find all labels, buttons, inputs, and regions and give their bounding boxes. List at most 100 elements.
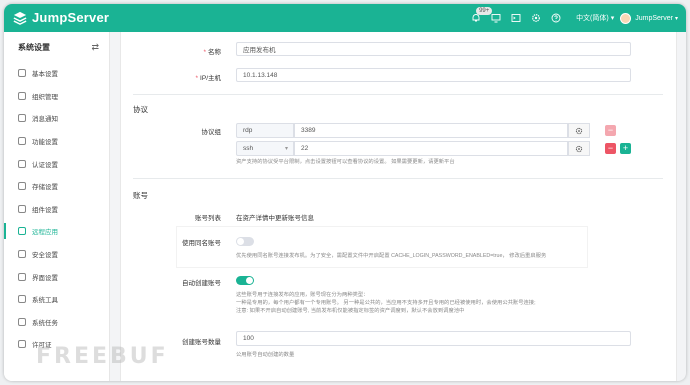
sidebar-item-label: 功能设置 [32, 139, 58, 147]
auto-create-account-help-1: 这些账号用于连接发布的应用，账号现在分为两种类型： [236, 292, 369, 298]
menu-item-icon [18, 137, 26, 146]
terminal-button[interactable] [506, 4, 526, 32]
sidebar-item-label: 消息通知 [32, 116, 58, 124]
desktop-button[interactable] [486, 4, 506, 32]
sidebar-item[interactable]: 远程应用 [4, 220, 109, 243]
account-section-title: 账号 [133, 191, 148, 200]
sidebar-item[interactable]: 系统任务 [4, 311, 109, 334]
sidebar-item[interactable]: 基本设置 [4, 62, 109, 85]
desktop-icon [491, 14, 501, 23]
same-name-account-help: 优先使用同名账号连接发布机。为了安全，需配置文件中开启配置 CACHE_LOGI… [236, 253, 547, 259]
protocol-select-ssh[interactable]: ssh ▾ [236, 141, 294, 156]
menu-item-icon [18, 250, 26, 259]
remove-protocol-button[interactable]: − [605, 143, 616, 154]
language-label: 中文(简体) [576, 15, 609, 22]
collapse-toggle-icon[interactable]: ⇄ [91, 42, 99, 53]
auto-create-count-help: 公用账号自动创建的数量 [236, 352, 295, 358]
jumpserver-logo-icon [13, 11, 27, 25]
account-list-value: 在资产详情中更新账号信息 [236, 215, 314, 222]
chevron-down-icon: ▾ [674, 15, 678, 22]
remove-protocol-button[interactable]: − [605, 125, 616, 136]
question-icon [551, 13, 561, 23]
notifications-button[interactable]: 99+ [466, 4, 493, 32]
sidebar-menu: 基本设置组织管理消息通知功能设置认证设置存储设置组件设置远程应用安全设置界面设置… [4, 62, 109, 356]
terminal-icon [511, 14, 521, 22]
auto-create-account-help-2: 一种是专用的，每个用户都有一个专用账号。 另一种是公共的，当应用不支持多开且专用… [236, 300, 536, 306]
help-button[interactable] [546, 4, 566, 32]
sidebar-item-label: 界面设置 [32, 274, 58, 282]
sidebar-item[interactable]: 功能设置 [4, 130, 109, 153]
port-input-rdp[interactable]: 3389 [294, 123, 568, 138]
protocol-settings-button[interactable] [568, 123, 590, 138]
auto-create-account-switch[interactable] [236, 276, 254, 285]
gear-icon [575, 145, 583, 152]
add-protocol-button[interactable]: + [620, 143, 631, 154]
sidebar-item-label: 认证设置 [32, 161, 58, 169]
sidebar-item-label: 系统工具 [32, 297, 58, 305]
same-name-account-switch[interactable] [236, 237, 254, 246]
sidebar-item[interactable]: 消息通知 [4, 107, 109, 130]
ip-input[interactable]: 10.1.13.148 [236, 68, 631, 82]
section-divider [133, 178, 663, 179]
same-name-account-label: 使用同名账号 [182, 240, 221, 247]
menu-item-icon [18, 227, 26, 236]
menu-item-icon [18, 272, 26, 281]
sidebar-header: 系统设置 ⇄ [4, 32, 109, 62]
sidebar-item[interactable]: 界面设置 [4, 265, 109, 288]
name-input[interactable]: 应用发布机 [236, 42, 631, 56]
protocol-section-title: 协议 [133, 105, 148, 114]
account-list-label: 账号列表 [195, 215, 221, 222]
sidebar-item[interactable]: 认证设置 [4, 152, 109, 175]
sidebar-item[interactable]: 系统工具 [4, 288, 109, 311]
protocol-help-text: 资产支持的协议受平台限制，点击设置按钮可以查看协议的设置。 如果需要更新，请更新… [236, 159, 455, 165]
protocol-settings-button[interactable] [568, 141, 590, 156]
menu-item-icon [18, 317, 26, 326]
sidebar-item-label: 安全设置 [32, 252, 58, 260]
sidebar-item[interactable]: 存储设置 [4, 175, 109, 198]
menu-item-icon [18, 114, 26, 123]
topbar-actions: 99+ 中文(简体) ▾ JumpServer ▾ [466, 4, 678, 32]
protocol-group-label: 协议组 [201, 129, 222, 136]
main-content: * 名称 应用发布机 * IP/主机 10.1.13.148 协议 协议组 rdp … [120, 32, 677, 381]
sidebar-item-label: 基本设置 [32, 71, 58, 79]
protocol-select-rdp[interactable]: rdp [236, 123, 294, 138]
sidebar-item[interactable]: 组织管理 [4, 85, 109, 108]
menu-item-icon [18, 159, 26, 168]
sidebar-title: 系统设置 [18, 42, 50, 52]
auto-create-count-input[interactable]: 100 [236, 331, 631, 346]
settings-icon [532, 14, 540, 22]
menu-item-icon [18, 91, 26, 100]
brand-logo[interactable]: JumpServer [13, 10, 109, 25]
avatar[interactable] [620, 12, 632, 24]
sidebar-item-label: 存储设置 [32, 184, 58, 192]
user-menu[interactable]: JumpServer [635, 15, 673, 22]
sidebar-item[interactable]: 安全设置 [4, 243, 109, 266]
sidebar-item-label: 系统任务 [32, 319, 58, 327]
sidebar-item-label: 远程应用 [32, 229, 58, 237]
same-name-account-card [177, 227, 587, 267]
menu-item-icon [18, 69, 26, 78]
name-label: * 名称 [203, 49, 221, 56]
system-settings-button[interactable] [526, 4, 546, 32]
sidebar-item[interactable]: 组件设置 [4, 198, 109, 221]
menu-item-icon [18, 340, 26, 349]
port-input-ssh[interactable]: 22 [294, 141, 568, 156]
section-divider [133, 94, 663, 95]
app-window: JumpServer 99+ 中文(简体) ▾ JumpServer ▾ 系统设… [4, 4, 686, 381]
language-switcher[interactable]: 中文(简体) ▾ [576, 13, 614, 23]
chevron-down-icon: ▾ [284, 146, 288, 152]
chevron-down-icon: ▾ [610, 15, 615, 22]
menu-item-icon [18, 204, 26, 213]
menu-item-icon [18, 295, 26, 304]
auto-create-account-help-3: 注意: 如果不开启自动创建账号, 当前发布机仅能被指定标签的资产调度到，默认不会… [236, 308, 465, 314]
sidebar-item-label: 组织管理 [32, 93, 58, 101]
sidebar: 系统设置 ⇄ 基本设置组织管理消息通知功能设置认证设置存储设置组件设置远程应用安… [4, 32, 110, 381]
sidebar-item-label: 组件设置 [32, 206, 58, 214]
brand-name: JumpServer [32, 10, 110, 25]
auto-create-account-label: 自动创建账号 [182, 280, 221, 287]
top-navbar: JumpServer 99+ 中文(简体) ▾ JumpServer ▾ [4, 4, 686, 32]
gear-icon [575, 127, 583, 134]
watermark: FREEBUF [36, 344, 169, 369]
menu-item-icon [18, 182, 26, 191]
ip-label: * IP/主机 [195, 75, 221, 82]
